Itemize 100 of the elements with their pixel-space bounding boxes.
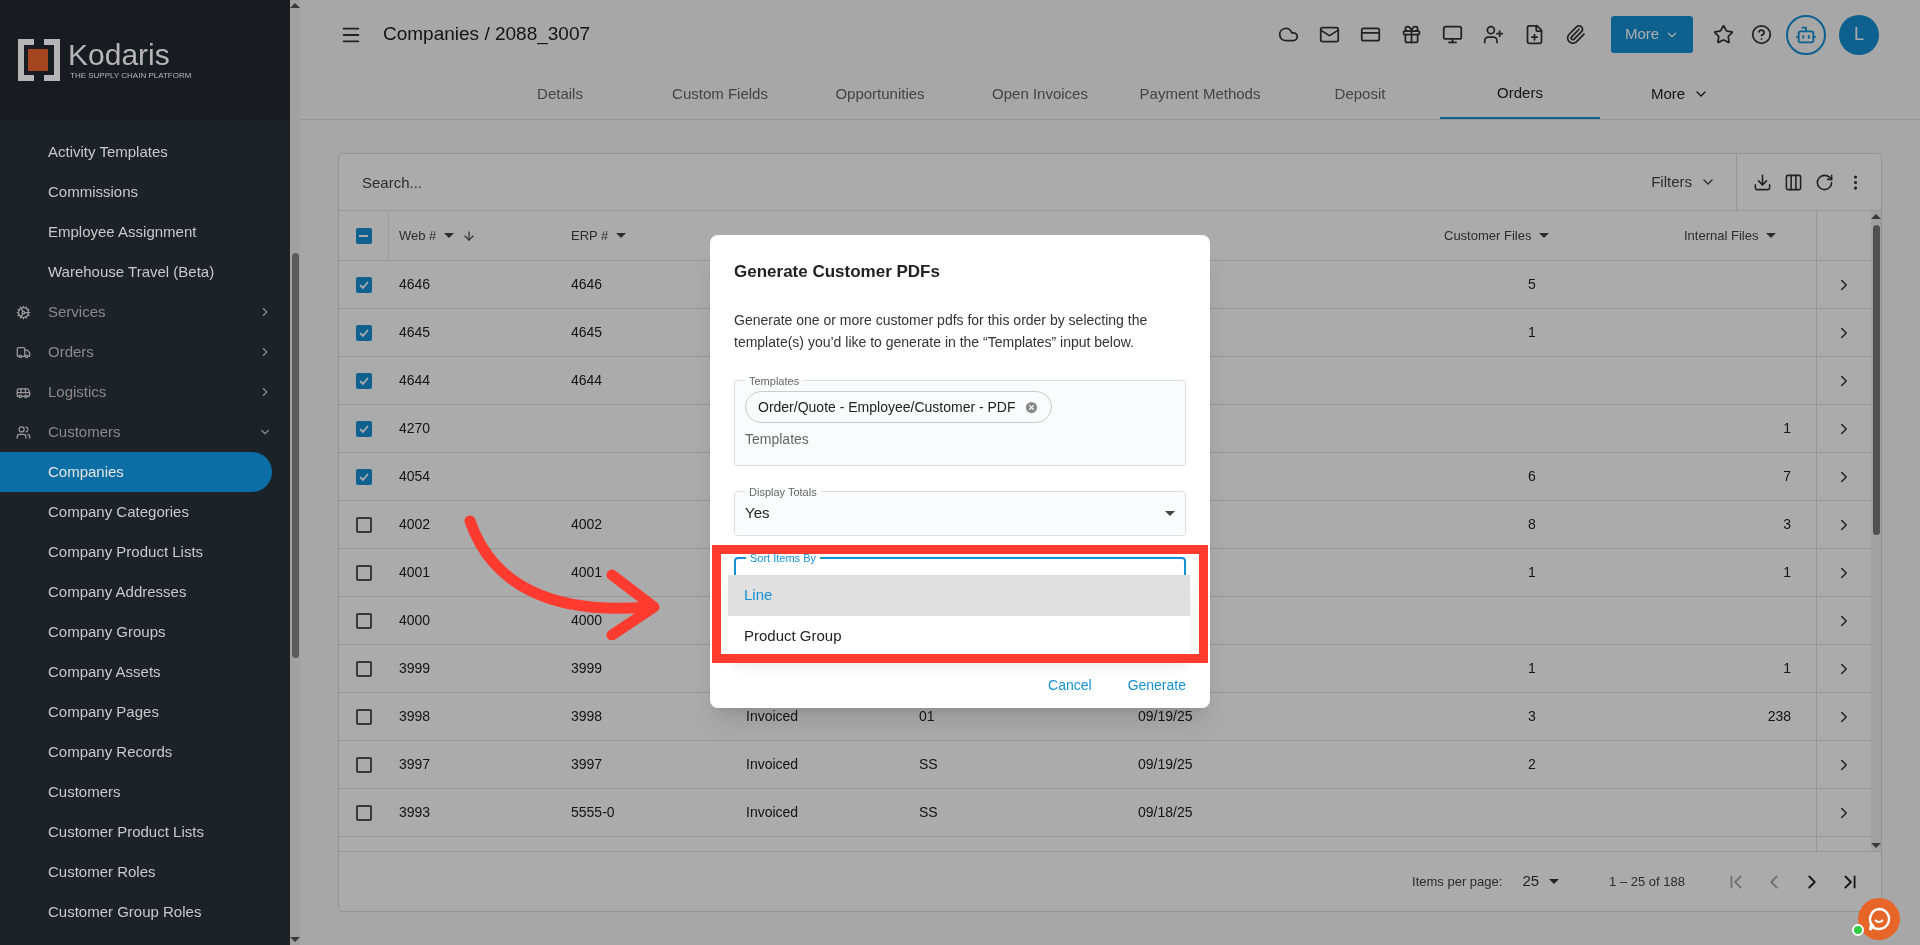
sidebar-item[interactable]: Commissions xyxy=(0,172,272,212)
table-cell-text: 4054 xyxy=(399,467,431,486)
user-plus-icon[interactable] xyxy=(1483,24,1504,45)
table-cell-text: 3999 xyxy=(399,659,431,678)
sidebar-scrollbar[interactable] xyxy=(290,0,300,945)
checkbox[interactable] xyxy=(356,324,372,341)
sidebar-item[interactable]: Company Groups xyxy=(0,612,272,652)
checkbox[interactable] xyxy=(355,227,372,244)
filters-button[interactable]: Filters xyxy=(1651,170,1736,194)
templates-input[interactable]: Templates xyxy=(745,429,926,450)
table-cell-text: SS xyxy=(919,803,938,822)
sidebar-item[interactable]: Companies xyxy=(0,452,272,492)
tab[interactable]: Custom Fields xyxy=(640,69,800,119)
table-cell-text: SS xyxy=(919,755,938,774)
sidebar-item[interactable]: Employee Assignment xyxy=(0,212,272,252)
group-label: Services xyxy=(48,301,107,322)
table-cell-text: 3 xyxy=(1528,707,1536,726)
dialog-title: Generate Customer PDFs xyxy=(734,261,941,283)
group-label: Logistics xyxy=(48,381,108,402)
sidebar-group[interactable]: Services xyxy=(0,292,290,332)
sidebar-group[interactable]: Orders xyxy=(0,332,290,372)
table-cell-text: 4001 xyxy=(571,563,603,582)
monitor-icon[interactable] xyxy=(1442,24,1463,45)
caret-icon xyxy=(1549,879,1560,884)
mail-icon[interactable] xyxy=(1319,24,1340,45)
checkbox[interactable] xyxy=(356,756,372,773)
file-plus-icon[interactable] xyxy=(1524,24,1545,45)
scrollbar[interactable] xyxy=(1871,211,1881,851)
sidebar-item[interactable]: Warehouse Travel (Beta) xyxy=(0,252,272,292)
checkbox[interactable] xyxy=(356,660,372,677)
checkbox[interactable] xyxy=(356,420,372,437)
table-cell-text: 4645 xyxy=(399,323,431,342)
column-header[interactable]: Web # xyxy=(399,225,477,246)
caret-icon xyxy=(1539,233,1550,238)
sidebar-item[interactable]: Company Records xyxy=(0,732,272,772)
sidebar-item[interactable]: Company Addresses xyxy=(0,572,272,612)
table-cell-text: 4644 xyxy=(399,371,431,390)
tab[interactable]: Opportunities xyxy=(800,69,960,119)
page-size-select[interactable]: 25 xyxy=(1522,870,1560,893)
gift-icon[interactable] xyxy=(1401,24,1422,45)
sidebar-item[interactable]: Company Categories xyxy=(0,492,272,532)
checkbox[interactable] xyxy=(356,372,372,389)
logo-mark-icon xyxy=(18,39,60,81)
tab[interactable]: Orders xyxy=(1440,69,1600,119)
caret-icon xyxy=(616,233,627,238)
people-icon xyxy=(16,424,31,440)
columns-icon[interactable] xyxy=(1784,172,1803,192)
chat-icon[interactable] xyxy=(1858,898,1900,940)
sidebar-item[interactable]: Customer Group Roles xyxy=(0,892,272,932)
sidebar-item[interactable]: Company Pages xyxy=(0,692,272,732)
tab[interactable]: Details xyxy=(480,69,640,119)
column-header[interactable]: Customer Files xyxy=(1444,225,1550,246)
bot-button[interactable] xyxy=(1786,14,1826,55)
sidebar-item[interactable]: Activity Templates xyxy=(0,132,272,172)
checkbox[interactable] xyxy=(356,564,372,581)
help-icon[interactable] xyxy=(1751,24,1772,45)
tab[interactable]: Deposit xyxy=(1280,69,1440,119)
table-cell-text: 4646 xyxy=(399,275,431,294)
sidebar-item[interactable]: Customers xyxy=(0,772,272,812)
table-cell-text: 1 xyxy=(1783,659,1791,678)
remove-icon[interactable] xyxy=(1023,399,1039,415)
checkbox[interactable] xyxy=(356,468,372,485)
table-cell-text: 2 xyxy=(1528,755,1536,774)
tab[interactable]: Payment Methods xyxy=(1120,69,1280,119)
checkbox[interactable] xyxy=(356,276,372,293)
checkbox[interactable] xyxy=(356,516,372,533)
table-cell-text: 3999 xyxy=(571,659,603,678)
search-field[interactable]: Search... xyxy=(339,154,1652,210)
group-label: Orders xyxy=(48,341,95,362)
table-cell-text: 4002 xyxy=(399,515,431,534)
sidebar-item[interactable]: Company Assets xyxy=(0,652,272,692)
items-per-page-label: Items per page: xyxy=(1412,872,1503,891)
table-cell-text: 1 xyxy=(1528,563,1536,582)
column-header[interactable]: ERP # xyxy=(571,225,627,246)
sidebar-item[interactable]: Customer Roles xyxy=(0,852,272,892)
refresh-icon[interactable] xyxy=(1815,172,1834,192)
download-icon[interactable] xyxy=(1753,172,1772,192)
tab[interactable]: Open Invoices xyxy=(960,69,1120,119)
table-cell-text: 09/19/25 xyxy=(1138,755,1193,774)
table-cell-text: 4644 xyxy=(571,371,603,390)
sidebar-item[interactable]: Company Product Lists xyxy=(0,532,272,572)
table-cell-text: 1 xyxy=(1783,419,1791,438)
star-icon[interactable] xyxy=(1713,24,1734,45)
checkbox[interactable] xyxy=(356,804,372,821)
tab[interactable]: More xyxy=(1600,69,1760,119)
column-header[interactable]: Internal Files xyxy=(1684,225,1777,246)
dialog-button[interactable]: Cancel xyxy=(1048,675,1092,696)
table-cell-text: 4002 xyxy=(571,515,603,534)
sidebar-item[interactable]: Customer Product Lists xyxy=(0,812,272,852)
dialog-button[interactable]: Generate xyxy=(1127,675,1186,696)
caret-icon xyxy=(1766,233,1777,238)
table-cell-text: Invoiced xyxy=(746,707,799,726)
table-cell-text: 01 xyxy=(919,707,935,726)
sidebar-group[interactable]: Logistics xyxy=(0,372,290,412)
caret-icon xyxy=(444,233,455,238)
checkbox[interactable] xyxy=(356,612,372,629)
table-cell-text: 3997 xyxy=(399,755,431,774)
checkbox[interactable] xyxy=(356,708,372,725)
sidebar-group[interactable]: Customers xyxy=(0,412,290,452)
paperclip-icon[interactable] xyxy=(1565,24,1586,45)
